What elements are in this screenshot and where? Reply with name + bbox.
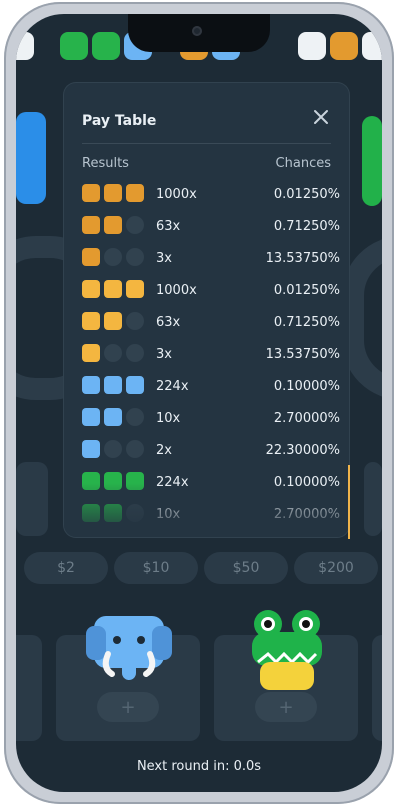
bear-icon bbox=[104, 216, 122, 234]
green-side-card bbox=[362, 116, 382, 206]
paw-icon bbox=[126, 440, 144, 458]
frog-icon bbox=[252, 610, 322, 690]
bear-icon bbox=[82, 216, 100, 234]
pay-table-row: 2x 22.30000% bbox=[82, 434, 340, 466]
paw-icon bbox=[126, 408, 144, 426]
add-bet-elephant-button[interactable]: + bbox=[97, 692, 159, 722]
close-icon bbox=[314, 110, 328, 124]
chance: 0.01250% bbox=[273, 187, 340, 202]
camera-icon bbox=[192, 26, 202, 36]
pay-table-title: Pay Table bbox=[82, 113, 157, 129]
elephant-icon bbox=[82, 376, 100, 394]
tiger-icon bbox=[82, 344, 100, 362]
add-bet-frog-button[interactable]: + bbox=[255, 692, 317, 722]
results-header: Results bbox=[82, 156, 129, 171]
pay-table-row: 1000x 0.01250% bbox=[82, 274, 340, 306]
paw-icon bbox=[126, 312, 144, 330]
pay-table-row: 63x 0.71250% bbox=[82, 210, 340, 242]
paw-icon bbox=[104, 440, 122, 458]
chance: 0.71250% bbox=[273, 219, 340, 234]
scroll-fade bbox=[64, 483, 349, 537]
pay-table-row: 3x 13.53750% bbox=[82, 242, 340, 274]
bear-icon bbox=[82, 184, 100, 202]
frog-icon bbox=[60, 32, 88, 60]
scrollbar[interactable] bbox=[348, 465, 350, 539]
pay-table-row: 10x 2.70000% bbox=[82, 402, 340, 434]
paw-icon bbox=[126, 248, 144, 266]
chance: 22.30000% bbox=[265, 443, 340, 458]
chances-header: Chances bbox=[275, 156, 331, 171]
bet-button-200[interactable]: $200 bbox=[294, 552, 378, 584]
chance: 13.53750% bbox=[265, 251, 340, 266]
penguin-icon bbox=[298, 32, 326, 60]
tiger-icon bbox=[82, 312, 100, 330]
elephant-icon bbox=[126, 376, 144, 394]
right-card bbox=[364, 462, 382, 536]
divider bbox=[82, 143, 331, 144]
elephant-icon bbox=[86, 616, 172, 680]
chance: 13.53750% bbox=[265, 347, 340, 362]
tiger-icon bbox=[82, 280, 100, 298]
pay-table-rows: 1000x 0.01250% 63x 0.71250% 3x 13.53750% 1000x… bbox=[82, 178, 340, 530]
multiplier: 10x bbox=[156, 411, 181, 426]
chance: 2.70000% bbox=[273, 411, 340, 426]
tiger-icon bbox=[126, 280, 144, 298]
elephant-icon bbox=[104, 408, 122, 426]
bet-button-2[interactable]: $2 bbox=[24, 552, 108, 584]
chance: 0.01250% bbox=[273, 283, 340, 298]
chance: 0.10000% bbox=[273, 379, 340, 394]
close-button[interactable] bbox=[307, 103, 335, 131]
pay-table-row: 63x 0.71250% bbox=[82, 306, 340, 338]
elephant-icon bbox=[82, 440, 100, 458]
chance: 0.71250% bbox=[273, 315, 340, 330]
bet-buttons: $2 $10 $50 $200 bbox=[16, 552, 382, 590]
multiplier: 63x bbox=[156, 219, 181, 234]
game-screen: Pay Table Results Chances 1000x 0.01250% 6… bbox=[16, 14, 382, 792]
bet-card-left-partial[interactable] bbox=[16, 635, 42, 741]
frog-icon bbox=[92, 32, 120, 60]
paw-icon bbox=[104, 344, 122, 362]
blue-side-card bbox=[16, 112, 46, 204]
pay-table-row: 1000x 0.01250% bbox=[82, 178, 340, 210]
panda-icon bbox=[362, 32, 382, 60]
multiplier: 1000x bbox=[156, 283, 197, 298]
multiplier: 63x bbox=[156, 315, 181, 330]
elephant-icon bbox=[104, 376, 122, 394]
multiplier: 224x bbox=[156, 379, 189, 394]
bear-icon bbox=[104, 184, 122, 202]
plus-icon: + bbox=[278, 696, 294, 718]
bet-button-10[interactable]: $10 bbox=[114, 552, 198, 584]
bear-icon bbox=[82, 248, 100, 266]
next-round-timer: Next round in: 0.0s bbox=[136, 759, 262, 774]
pay-table-modal: Pay Table Results Chances 1000x 0.01250% 6… bbox=[64, 83, 349, 537]
phone-frame: Pay Table Results Chances 1000x 0.01250% 6… bbox=[4, 2, 394, 804]
multiplier: 1000x bbox=[156, 187, 197, 202]
bet-button-50[interactable]: $50 bbox=[204, 552, 288, 584]
bear-icon bbox=[126, 184, 144, 202]
multiplier: 3x bbox=[156, 347, 172, 362]
paw-icon bbox=[126, 216, 144, 234]
left-card bbox=[16, 462, 48, 536]
paw-icon bbox=[104, 248, 122, 266]
pay-table-row: 3x 13.53750% bbox=[82, 338, 340, 370]
bear-icon bbox=[330, 32, 358, 60]
plus-icon: + bbox=[120, 696, 136, 718]
elephant-icon bbox=[82, 408, 100, 426]
bet-card-right-partial[interactable] bbox=[372, 635, 382, 741]
paw-icon bbox=[126, 344, 144, 362]
tiger-icon bbox=[104, 312, 122, 330]
multiplier: 2x bbox=[156, 443, 172, 458]
pay-table-row: 224x 0.10000% bbox=[82, 370, 340, 402]
panda-icon bbox=[16, 32, 34, 60]
tiger-icon bbox=[104, 280, 122, 298]
multiplier: 3x bbox=[156, 251, 172, 266]
phone-notch bbox=[128, 14, 270, 52]
